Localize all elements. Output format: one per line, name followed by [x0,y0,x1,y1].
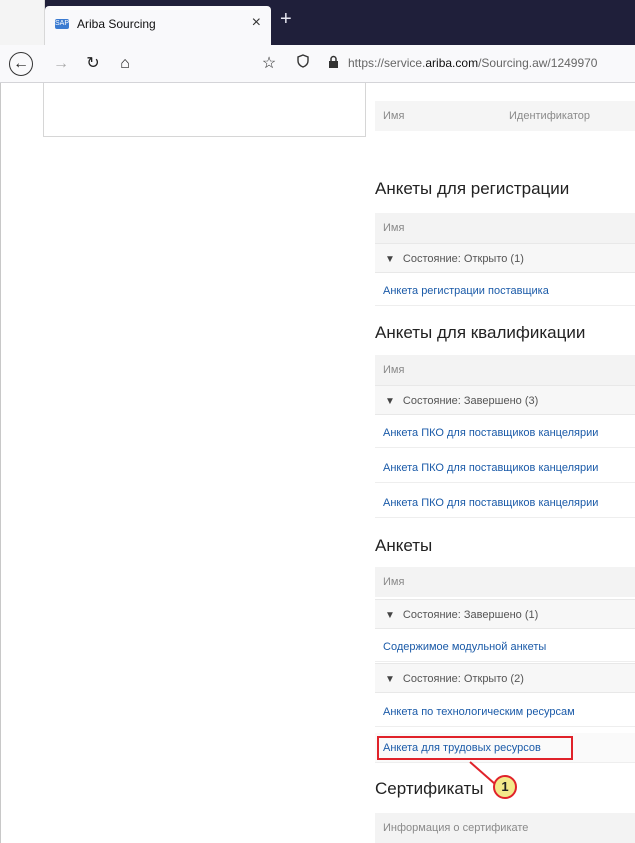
page-left-border [0,83,1,843]
registration-group-open[interactable]: ▼ Состояние: Открыто (1) [375,243,635,273]
col-id-header: Идентификатор [509,110,590,122]
tab-title: Ariba Sourcing [77,17,156,31]
registration-link[interactable]: Анкета регистрации поставщика [375,276,635,306]
tab-close-icon[interactable]: × [252,14,261,32]
collapse-triangle-icon[interactable]: ▼ [385,396,395,407]
back-arrow-icon[interactable]: ← [9,52,33,76]
lock-icon[interactable] [320,51,346,77]
highlight-box [377,736,573,760]
forward-arrow-icon[interactable]: → [48,51,74,77]
questionnaire-link-modular[interactable]: Содержимое модульной анкеты [375,632,635,662]
collapse-triangle-icon[interactable]: ▼ [385,674,395,685]
address-bar-url[interactable]: https://service.ariba.com/Sourcing.aw/12… [348,56,597,70]
new-tab-button[interactable]: + [280,8,292,31]
callout-number-badge: 1 [493,775,517,799]
group-label: Состояние: Открыто (2) [402,673,524,685]
sap-favicon-icon: SAP [55,19,70,29]
registration-section-title: Анкеты для регистрации [375,179,570,198]
home-icon[interactable]: ⌂ [112,51,138,77]
group-label: Состояние: Завершено (3) [402,395,539,407]
group-label: Состояние: Завершено (1) [402,609,539,621]
qualification-section-title: Анкеты для квалификации [375,323,586,342]
collapse-triangle-icon[interactable]: ▼ [385,254,395,265]
qualification-group-completed[interactable]: ▼ Состояние: Завершено (3) [375,385,635,415]
reload-icon[interactable]: ↻ [80,51,106,77]
browser-tab[interactable]: SAP Ariba Sourcing × [45,6,271,45]
qualification-link-2[interactable]: Анкета ПКО для поставщиков канцелярии [375,453,635,483]
bookmark-star-icon[interactable]: ☆ [256,51,282,77]
top-table-header: Имя Идентификатор [375,101,635,131]
tab-strip-left-area [0,0,45,45]
collapse-triangle-icon[interactable]: ▼ [385,610,395,621]
qualification-link-3[interactable]: Анкета ПКО для поставщиков канцелярии [375,488,635,518]
questionnaires-section-title: Анкеты [375,536,433,555]
group-label: Состояние: Открыто (1) [402,253,524,265]
questionnaire-content: Имя Идентификатор Анкеты для регистрации… [375,83,635,843]
left-info-panel [43,83,366,137]
certificates-section-title: Сертификаты [375,779,484,798]
questionnaire-link-technology[interactable]: Анкета по технологическим ресурсам [375,697,635,727]
registration-table-header: Имя [375,213,635,243]
col-name-header: Имя [383,110,405,122]
qualification-link-1[interactable]: Анкета ПКО для поставщиков канцелярии [375,418,635,448]
tracking-shield-icon[interactable] [290,51,316,77]
questionnaires-group-completed[interactable]: ▼ Состояние: Завершено (1) [375,599,635,629]
qualification-table-header: Имя [375,355,635,385]
questionnaires-group-open[interactable]: ▼ Состояние: Открыто (2) [375,663,635,693]
browser-tab-strip: SAP Ariba Sourcing × + [0,0,635,45]
certificates-table-header: Информация о сертификате [375,813,635,843]
browser-nav-bar: ← → ↻ ⌂ ☆ https://service.ariba.com/Sour… [0,45,635,83]
questionnaires-table-header: Имя [375,567,635,597]
